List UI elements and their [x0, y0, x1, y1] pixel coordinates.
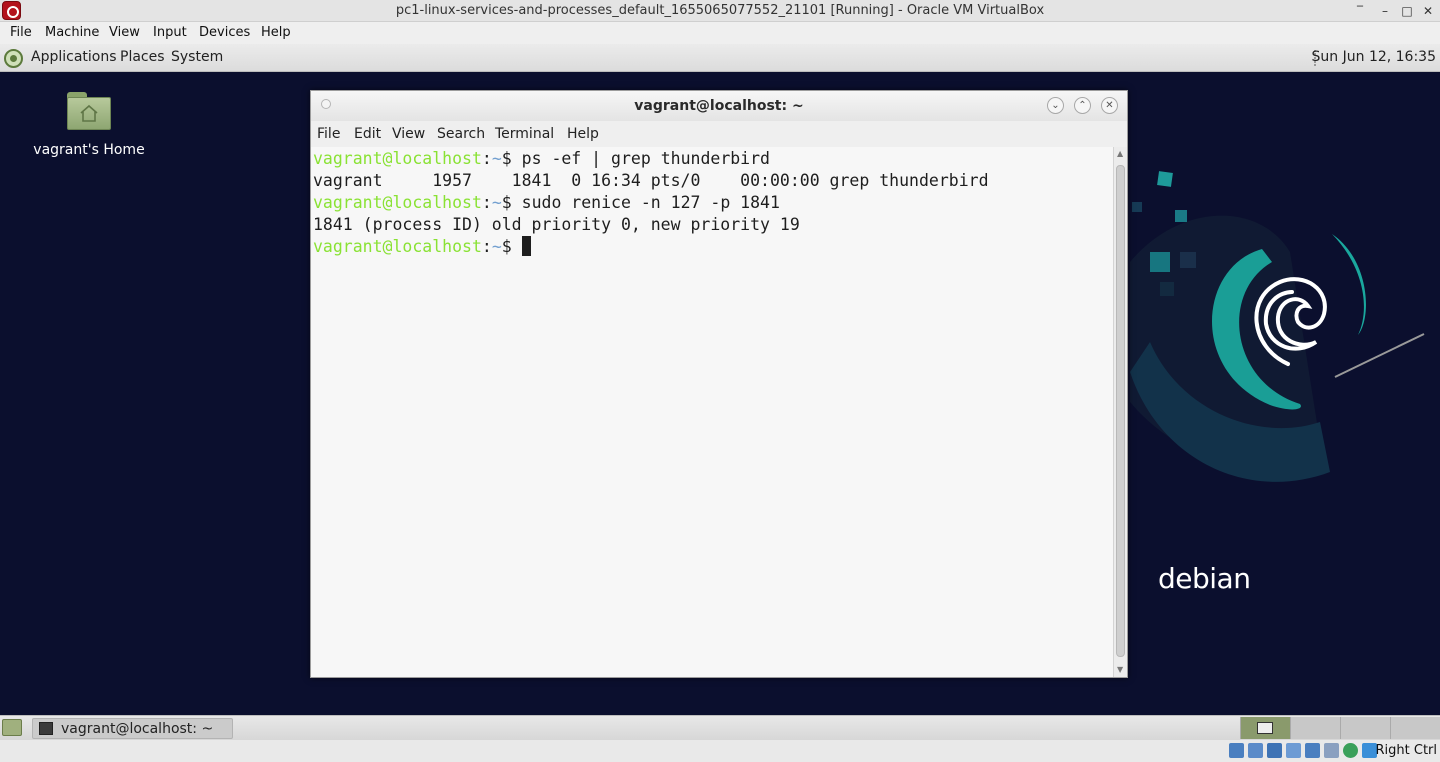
panel-menu-places[interactable]: Places [120, 49, 165, 65]
terminal-output-line: 1841 (process ID) old priority 0, new pr… [313, 215, 800, 234]
guest-bottom-panel: vagrant@localhost: ~ [0, 715, 1440, 740]
folder-home-icon [67, 92, 111, 130]
terminal-cursor [521, 236, 531, 256]
vbox-menubar: File Machine View Input Devices Help [0, 22, 1440, 44]
terminal-screen[interactable]: vagrant@localhost:~$ ps -ef | grep thund… [311, 147, 1113, 677]
workspace-1[interactable] [1240, 717, 1290, 739]
home-folder-label: vagrant's Home [33, 142, 145, 158]
house-icon [80, 104, 98, 122]
prompt-user: vagrant@localhost [313, 193, 482, 212]
vbox-menu-input[interactable]: Input [153, 25, 187, 40]
terminal-menubar: File Edit View Search Terminal Help [311, 121, 1127, 147]
panel-menu-applications[interactable]: Applications [31, 49, 117, 65]
taskbar-terminal-button[interactable]: vagrant@localhost: ~ [32, 718, 233, 739]
network-icon[interactable] [1286, 743, 1301, 758]
maximize-icon[interactable]: □ [1399, 3, 1415, 19]
vbox-menu-devices[interactable]: Devices [199, 25, 250, 40]
taskbar-terminal-label: vagrant@localhost: ~ [61, 721, 214, 737]
terminal-title: vagrant@localhost: ~ [634, 98, 804, 114]
guest-top-panel: Applications Places System Sun Jun 12, 1… [0, 44, 1440, 72]
terminal-window: vagrant@localhost: ~ ⌄ ⌃ ✕ File Edit Vie… [310, 90, 1128, 678]
prompt-dir: ~ [491, 193, 502, 212]
panel-clock[interactable]: Sun Jun 12, 16:35 [1312, 49, 1436, 65]
workspace-3[interactable] [1340, 717, 1390, 739]
prompt-dir: ~ [491, 237, 502, 256]
vbox-menu-machine[interactable]: Machine [45, 25, 99, 40]
optical-drive-icon[interactable] [1248, 743, 1263, 758]
scroll-up-arrow-icon[interactable]: ▲ [1117, 149, 1123, 158]
vbox-menu-view[interactable]: View [109, 25, 140, 40]
recording-icon[interactable] [1343, 743, 1358, 758]
hard-disk-icon[interactable] [1229, 743, 1244, 758]
terminal-menu-edit[interactable]: Edit [354, 126, 381, 142]
menu-logo-icon[interactable] [4, 49, 23, 68]
terminal-menu-terminal[interactable]: Terminal [495, 126, 554, 142]
scroll-down-arrow-icon[interactable]: ▼ [1117, 665, 1123, 674]
prompt-symbol: $ [501, 149, 522, 168]
terminal-scrollbar[interactable]: ▲ ▼ [1113, 147, 1127, 677]
minimize-icon[interactable]: ‾ [1352, 3, 1368, 19]
prompt-user: vagrant@localhost [313, 237, 482, 256]
prompt-symbol: $ [501, 193, 522, 212]
vbox-menu-file[interactable]: File [10, 25, 32, 40]
vbox-window-title: pc1-linux-services-and-processes_default… [395, 3, 1045, 18]
command-text: sudo renice -n 127 -p 1841 [521, 193, 780, 212]
prompt-separator: : [481, 237, 492, 256]
command-text: ps -ef | grep thunderbird [521, 149, 770, 168]
host-key-label: Right Ctrl [1375, 743, 1438, 758]
shared-folders-icon[interactable] [1324, 743, 1339, 758]
terminal-menu-help[interactable]: Help [567, 126, 599, 142]
scrollbar-thumb[interactable] [1116, 165, 1125, 657]
terminal-line: vagrant@localhost:~$ ps -ef | grep thund… [313, 148, 770, 170]
terminal-minimize-icon[interactable]: ⌄ [1047, 97, 1064, 114]
usb-icon[interactable] [1305, 743, 1320, 758]
vbox-titlebar: pc1-linux-services-and-processes_default… [0, 0, 1440, 22]
workspace-2[interactable] [1290, 717, 1340, 739]
debian-swirl-wallpaper [1130, 171, 1425, 482]
show-desktop-icon[interactable] [2, 719, 22, 736]
terminal-output-line: vagrant 1957 1841 0 16:34 pts/0 00:00:00… [313, 171, 989, 190]
prompt-separator: : [481, 193, 492, 212]
prompt-separator: : [481, 149, 492, 168]
terminal-icon [39, 722, 53, 735]
terminal-menu-view[interactable]: View [392, 126, 425, 142]
debian-wordmark: debian [1158, 562, 1251, 595]
home-folder-desktop-icon[interactable]: vagrant's Home [30, 92, 148, 158]
terminal-menu-search[interactable]: Search [437, 126, 485, 142]
close-icon[interactable]: ✕ [1420, 3, 1436, 19]
terminal-line: vagrant@localhost:~$ sudo renice -n 127 … [313, 192, 780, 214]
terminal-menu-file[interactable]: File [317, 126, 340, 142]
terminal-close-icon[interactable]: ✕ [1101, 97, 1118, 114]
prompt-user: vagrant@localhost [313, 149, 482, 168]
vbox-statusbar: Right Ctrl [0, 740, 1440, 762]
terminal-titlebar[interactable]: vagrant@localhost: ~ ⌄ ⌃ ✕ [311, 91, 1127, 121]
panel-menu-system[interactable]: System [171, 49, 223, 65]
workspace-4[interactable] [1390, 717, 1440, 739]
prompt-symbol: $ [501, 237, 522, 256]
terminal-line: vagrant@localhost:~$ [313, 236, 531, 258]
vbox-menu-help[interactable]: Help [261, 25, 291, 40]
prompt-dir: ~ [491, 149, 502, 168]
restore-icon[interactable]: – [1377, 3, 1393, 19]
workspace-window-thumbnail [1257, 722, 1273, 734]
terminal-maximize-icon[interactable]: ⌃ [1074, 97, 1091, 114]
audio-icon[interactable] [1267, 743, 1282, 758]
